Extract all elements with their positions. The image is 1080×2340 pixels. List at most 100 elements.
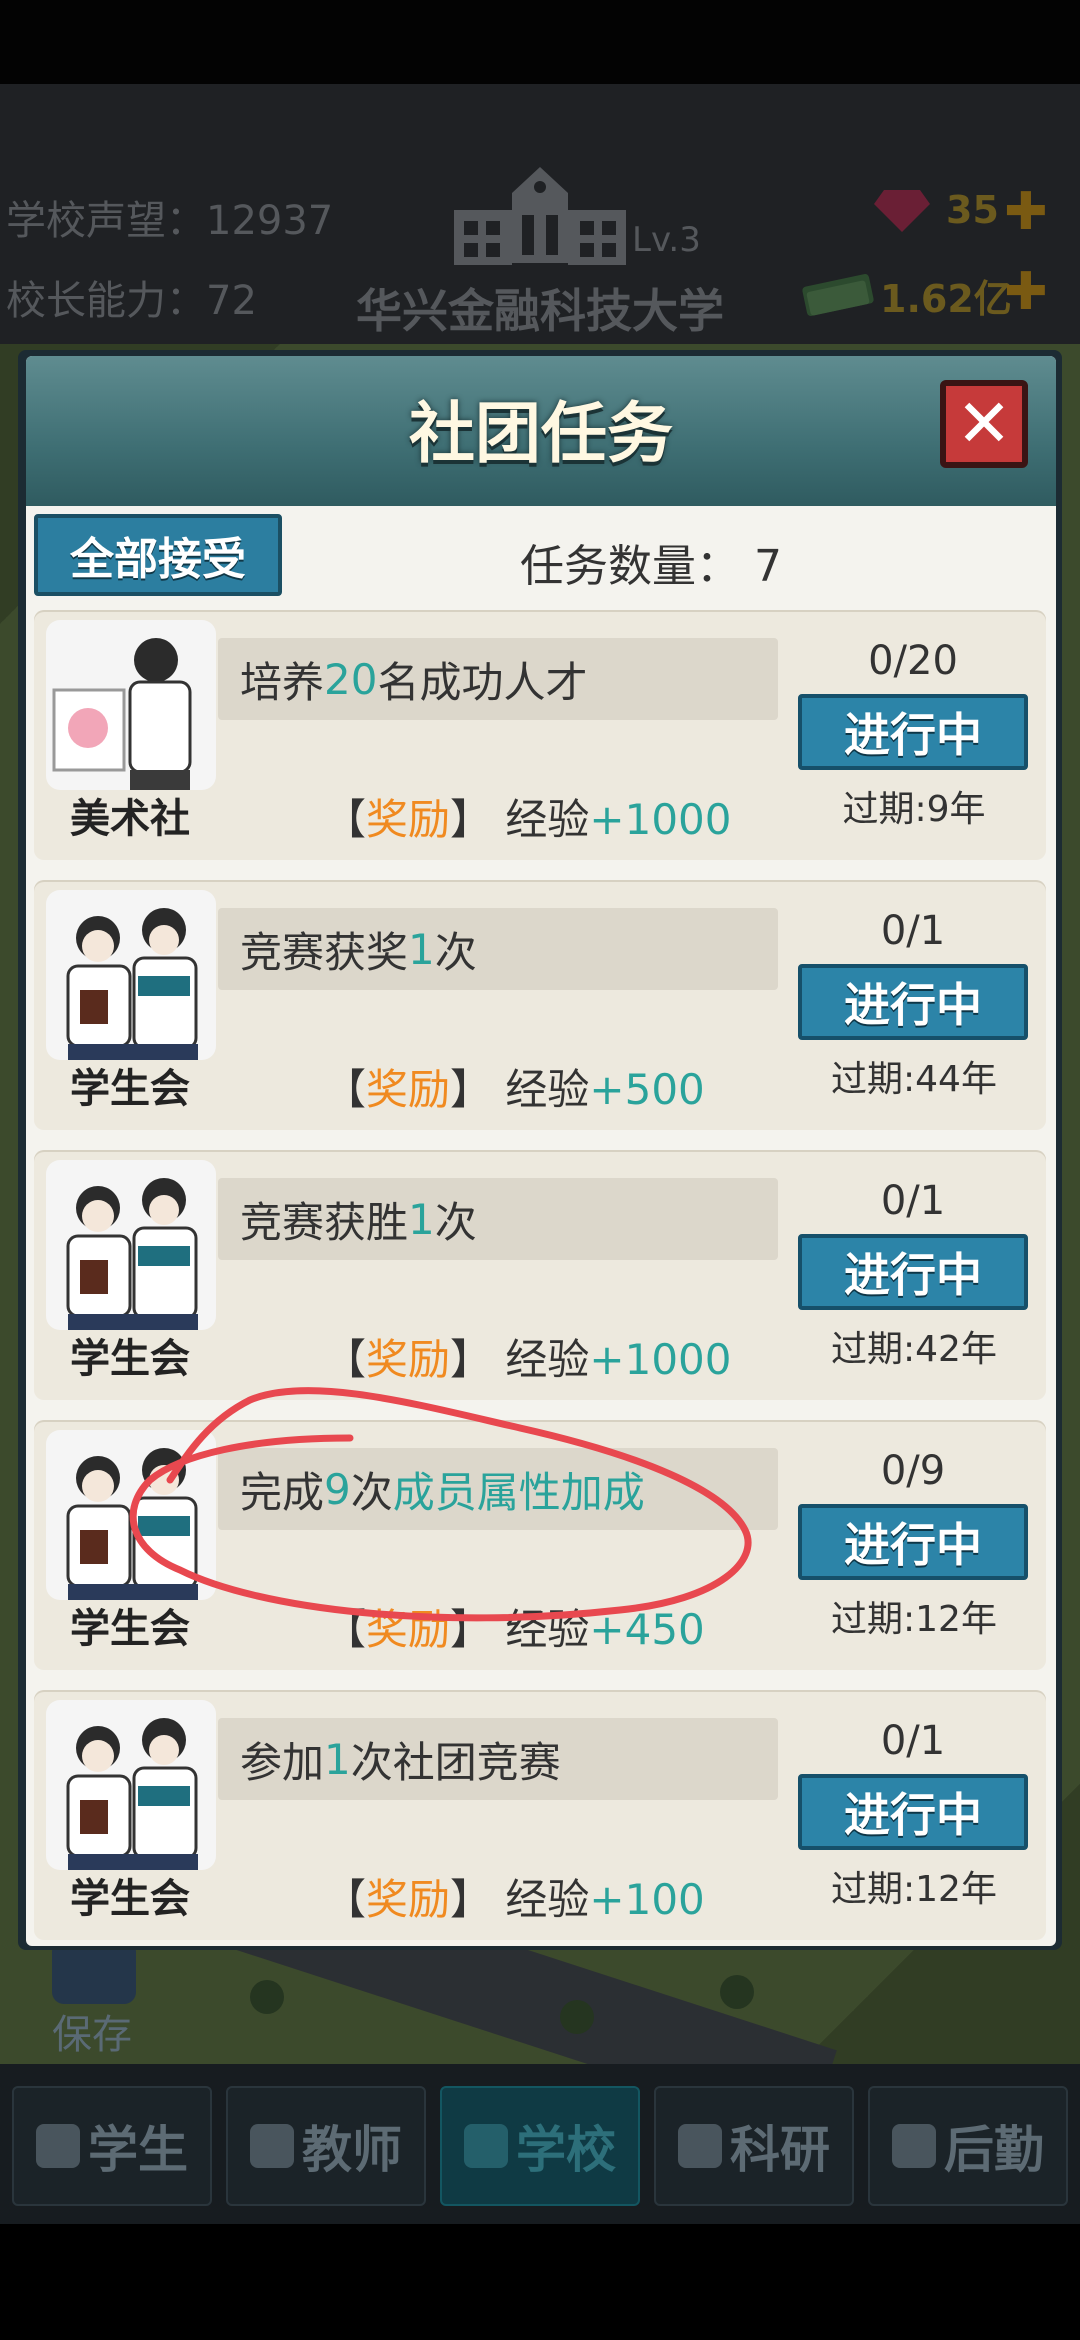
school-level: Lv.3: [632, 220, 701, 260]
school-icon: [464, 2124, 508, 2168]
tab-school[interactable]: 学校: [440, 2086, 640, 2206]
teacher-icon: [250, 2124, 294, 2168]
student-council-icon: [46, 1160, 216, 1330]
modal-title: 社团任务: [409, 395, 673, 472]
club-name: 学生会: [70, 1336, 190, 1382]
tab-logistics[interactable]: 后勤: [868, 2086, 1068, 2206]
reward-tag: 【奖励】 经验+1000: [324, 795, 732, 844]
task-progress: 0/9: [880, 1448, 946, 1494]
money-icon: [802, 274, 874, 316]
status-bar: [0, 0, 1080, 84]
school-name: 华兴金融科技大学: [356, 284, 724, 338]
reward-type: 经验: [505, 1605, 590, 1654]
save-button[interactable]: 保存: [22, 1940, 162, 2058]
club-name: 学生会: [70, 1876, 190, 1922]
in-progress-button[interactable]: 进行中: [798, 1234, 1028, 1310]
in-progress-button[interactable]: 进行中: [798, 694, 1028, 770]
save-label: 保存: [52, 2012, 132, 2058]
tab-research[interactable]: 科研: [654, 2086, 854, 2206]
close-button[interactable]: ✕: [940, 380, 1028, 468]
reward-type: 经验: [505, 1335, 590, 1384]
task-expiry: 过期:12年: [831, 1599, 997, 1640]
task-desc-prefix: 竞赛获奖: [240, 927, 409, 977]
task-count: 任务数量： 7: [520, 541, 782, 592]
task-desc-prefix: 完成: [240, 1467, 325, 1517]
task-desc-number: 1: [408, 1194, 435, 1244]
money-count: 1.62亿: [880, 277, 1012, 321]
gems-count: 35: [946, 188, 999, 232]
task-expiry: 过期:9年: [842, 789, 986, 830]
tab-label: 学校: [516, 2121, 616, 2179]
club-name: 学生会: [70, 1606, 190, 1652]
art-club-icon: [46, 620, 216, 790]
task-desc-prefix: 竞赛获胜: [240, 1197, 409, 1247]
student-icon: [36, 2124, 80, 2168]
close-icon: ✕: [956, 385, 1012, 462]
reputation-label: 学校声望：12937: [6, 198, 334, 244]
reward-tag: 【奖励】 经验+1000: [324, 1335, 732, 1384]
in-progress-button[interactable]: 进行中: [798, 1504, 1028, 1580]
reward-value: +1000: [589, 795, 732, 844]
task-desc-number: 20: [324, 654, 378, 704]
task-desc-suffix: 名成功人才: [377, 657, 588, 707]
tab-label: 学生: [88, 2121, 188, 2179]
reward-value: +1000: [589, 1335, 732, 1384]
tab-label: 科研: [730, 2121, 830, 2179]
task-desc-suffix: 次: [434, 927, 477, 977]
task-expiry: 过期:12年: [831, 1869, 997, 1910]
task-card: 竞赛获奖 1 次 学生会 【奖励】 经验+500 0/1 进行中 过期:44年: [34, 880, 1046, 1130]
task-progress: 0/20: [868, 638, 958, 684]
task-desc-prefix: 参加: [240, 1737, 325, 1787]
reward-word: 奖励: [366, 795, 451, 844]
reward-type: 经验: [505, 1065, 590, 1114]
task-description: 参加 1 次社团竞赛: [218, 1718, 778, 1800]
task-progress: 0/1: [880, 908, 946, 954]
reward-word: 奖励: [366, 1875, 451, 1924]
task-expiry: 过期:44年: [831, 1059, 997, 1100]
task-progress: 0/1: [880, 1718, 946, 1764]
reward-word: 奖励: [366, 1065, 451, 1114]
reward-word: 奖励: [366, 1605, 451, 1654]
system-nav-area: [0, 2224, 1080, 2340]
clipboard-icon: [892, 2124, 936, 2168]
reward-word: 奖励: [366, 1335, 451, 1384]
task-desc-suffix: 次: [350, 1467, 393, 1517]
tree: [250, 1980, 284, 2014]
reward-type: 经验: [505, 795, 590, 844]
task-desc-suffix: 次社团竞赛: [350, 1737, 561, 1787]
task-description: 竞赛获奖 1 次: [218, 908, 778, 990]
task-description: 完成 9 次成员属性加成: [218, 1448, 778, 1530]
in-progress-button[interactable]: 进行中: [798, 964, 1028, 1040]
reward-type: 经验: [505, 1875, 590, 1924]
student-council-icon: [46, 890, 216, 1060]
task-card: 参加 1 次社团竞赛 学生会 【奖励】 经验+100 0/1 进行中 过期:12年: [34, 1690, 1046, 1940]
in-progress-button[interactable]: 进行中: [798, 1774, 1028, 1850]
reward-tag: 【奖励】 经验+100: [324, 1875, 705, 1924]
school-building-icon: [454, 167, 626, 265]
accept-all-button[interactable]: 全部接受: [34, 514, 282, 596]
tab-label: 教师: [302, 2121, 402, 2179]
task-card: 完成 9 次成员属性加成 学生会 【奖励】 经验+450 0/9 进行中 过期:12…: [34, 1420, 1046, 1670]
student-council-icon: [46, 1700, 216, 1870]
task-desc-number: 1: [324, 1734, 351, 1784]
task-card: 竞赛获胜 1 次 学生会 【奖励】 经验+1000 0/1 进行中 过期:42年: [34, 1150, 1046, 1400]
task-description: 培养 20 名成功人才: [218, 638, 778, 720]
task-expiry: 过期:42年: [831, 1329, 997, 1370]
tab-teachers[interactable]: 教师: [226, 2086, 426, 2206]
club-name: 学生会: [70, 1066, 190, 1112]
task-description: 竞赛获胜 1 次: [218, 1178, 778, 1260]
plus-icon[interactable]: ✚: [1004, 186, 1048, 238]
club-name: 美术社: [70, 796, 190, 842]
task-card: 培养 20 名成功人才 美术社 【奖励】 经验+1000 0/20 进行中 过期:9…: [34, 610, 1046, 860]
reward-value: +450: [589, 1605, 705, 1654]
plus-icon[interactable]: ✚: [1004, 266, 1048, 318]
task-desc-prefix: 培养: [240, 657, 325, 707]
task-desc-highlight: 成员属性加成: [392, 1467, 645, 1517]
task-desc-suffix: 次: [434, 1197, 477, 1247]
student-council-icon: [46, 1430, 216, 1600]
task-desc-number: 1: [408, 924, 435, 974]
tab-students[interactable]: 学生: [12, 2086, 212, 2206]
gem-icon: [874, 190, 930, 232]
task-progress: 0/1: [880, 1178, 946, 1224]
tree: [560, 2000, 594, 2034]
